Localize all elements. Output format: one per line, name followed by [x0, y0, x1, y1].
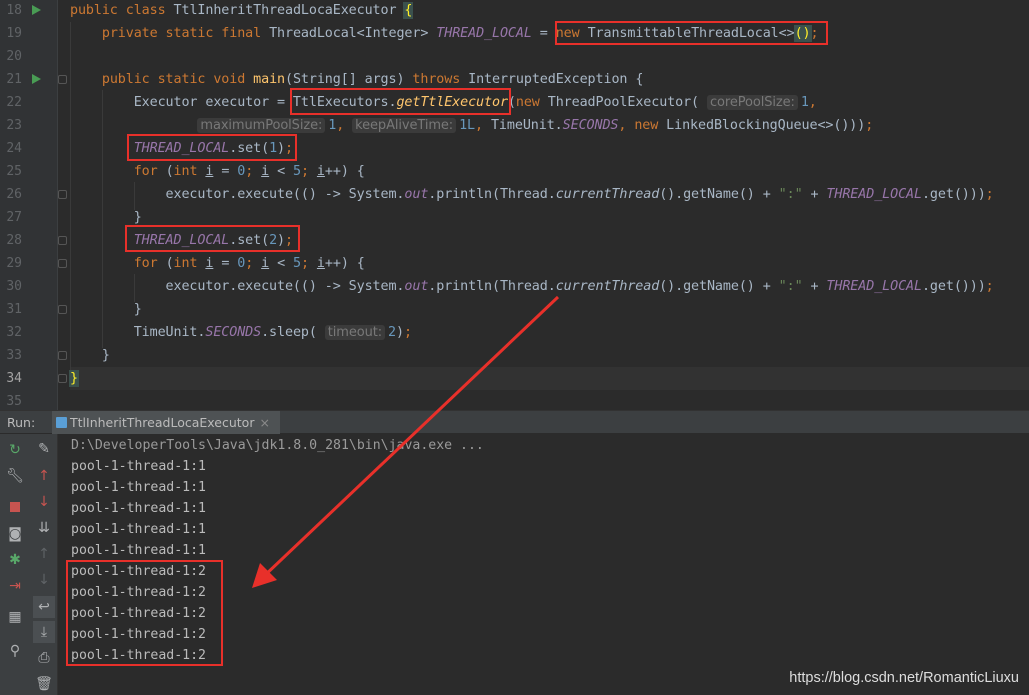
annotation-arrow — [252, 295, 560, 588]
watermark: https://blog.csdn.net/RomanticLiuxu — [789, 670, 1019, 686]
